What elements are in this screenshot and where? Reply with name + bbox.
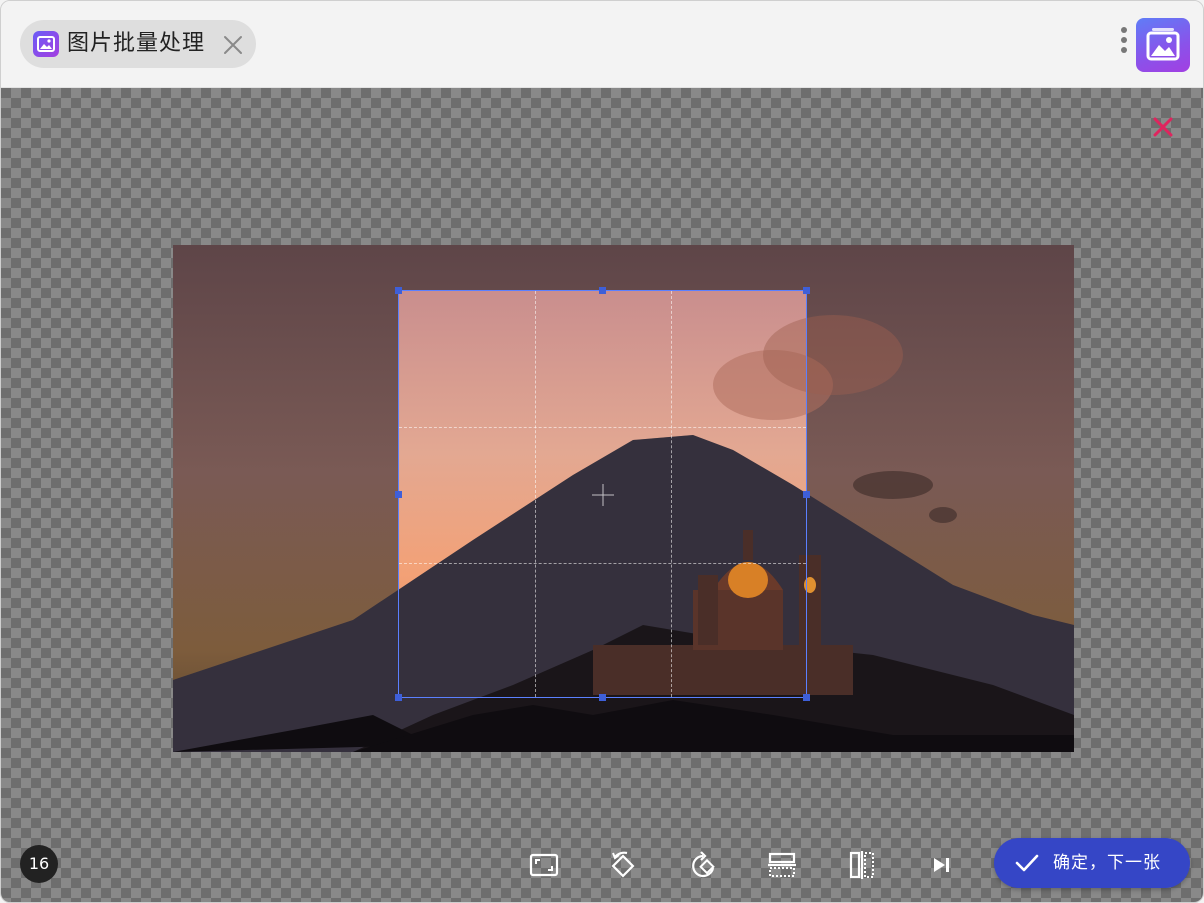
crop-grid-line <box>535 291 536 697</box>
crop-handle-top-right[interactable] <box>803 287 810 294</box>
crop-handle-top-left[interactable] <box>395 287 402 294</box>
crop-handle-top[interactable] <box>599 287 606 294</box>
image-icon <box>33 31 59 57</box>
confirm-next-label: 确定，下一张 <box>1053 853 1161 873</box>
rotate-right-icon[interactable] <box>687 848 721 882</box>
app-window: 图片批量处理 16 确定，下一张 <box>0 0 1204 903</box>
flip-vertical-icon[interactable] <box>765 848 799 882</box>
title-bar: 图片批量处理 <box>1 1 1203 88</box>
gallery-app-icon[interactable] <box>1136 18 1190 72</box>
crop-frame[interactable] <box>395 287 810 701</box>
crosshair-icon <box>592 484 614 506</box>
tab-title: 图片批量处理 <box>67 31 206 56</box>
crop-handle-left[interactable] <box>395 491 402 498</box>
crop-handle-right[interactable] <box>803 491 810 498</box>
crop-handle-bottom-right[interactable] <box>803 694 810 701</box>
rotate-left-icon[interactable] <box>607 848 641 882</box>
skip-next-icon[interactable] <box>925 848 959 882</box>
image-counter-badge: 16 <box>20 845 58 883</box>
close-icon[interactable] <box>1151 115 1175 139</box>
canvas-area: 16 确定，下一张 <box>1 88 1203 902</box>
tab-batch-image[interactable]: 图片批量处理 <box>20 20 256 68</box>
crop-grid-line <box>399 563 806 564</box>
crop-grid-line <box>399 427 806 428</box>
more-vertical-icon[interactable] <box>1115 23 1133 65</box>
crop-handle-bottom-left[interactable] <box>395 694 402 701</box>
crop-grid-line <box>671 291 672 697</box>
confirm-next-button[interactable]: 确定，下一张 <box>994 838 1190 888</box>
flip-horizontal-icon[interactable] <box>845 848 879 882</box>
close-icon[interactable] <box>220 32 246 58</box>
check-icon <box>1014 851 1040 875</box>
aspect-ratio-icon[interactable] <box>527 848 561 882</box>
crop-handle-bottom[interactable] <box>599 694 606 701</box>
